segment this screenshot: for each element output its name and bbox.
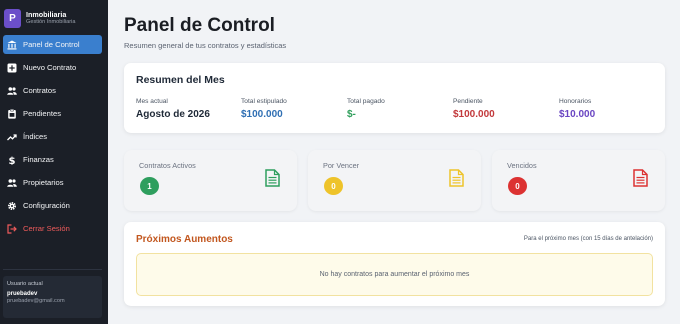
current-user-name: pruebadev — [7, 290, 38, 297]
document-icon — [449, 169, 464, 187]
sidebar-item-indices[interactable]: Índices — [3, 127, 102, 146]
page-title: Panel de Control — [124, 15, 275, 36]
stat-card-active-contracts[interactable]: Contratos Activos 1 — [124, 150, 297, 211]
stat-label: Por Vencer — [323, 161, 360, 170]
metric-label: Pendiente — [453, 98, 483, 105]
people-icon — [7, 178, 17, 188]
brand-name: Inmobiliaria — [26, 9, 67, 19]
metric-total-stipulated: Total estipulado $100.000 — [241, 98, 287, 120]
sidebar-item-label: Panel de Control — [23, 40, 80, 49]
stat-card-expiring-soon[interactable]: Por Vencer 0 — [308, 150, 481, 211]
metric-fees: Honorarios $10.000 — [559, 98, 595, 120]
sidebar-item-finanzas[interactable]: $ Finanzas — [3, 150, 102, 169]
sidebar-item-nuevo-contrato[interactable]: Nuevo Contrato — [3, 58, 102, 77]
plus-square-icon — [7, 63, 17, 73]
stat-count-badge: 1 — [140, 177, 159, 195]
sidebar-item-label: Cerrar Sesión — [23, 224, 70, 233]
dollar-icon: $ — [7, 155, 17, 165]
sidebar-item-label: Propietarios — [23, 178, 64, 187]
sidebar-item-contratos[interactable]: Contratos — [3, 81, 102, 100]
svg-text:$: $ — [9, 156, 16, 165]
metric-value: $10.000 — [559, 109, 596, 120]
sidebar-item-label: Nuevo Contrato — [23, 63, 77, 72]
gear-icon — [7, 201, 17, 211]
sidebar-item-cerrar-sesion[interactable]: Cerrar Sesión — [3, 219, 102, 238]
brand-logo: P — [4, 8, 21, 28]
trending-up-icon — [7, 132, 17, 142]
metric-pending: Pendiente $100.000 — [453, 98, 495, 120]
bank-icon — [7, 40, 17, 50]
brand: P Inmobiliaria Gestión Inmobiliaria — [4, 6, 108, 30]
sidebar-item-label: Pendientes — [23, 109, 61, 118]
current-user-label: Usuario actual — [7, 281, 43, 287]
sidebar-item-pendientes[interactable]: Pendientes — [3, 104, 102, 123]
document-icon — [633, 169, 648, 187]
document-icon — [265, 169, 280, 187]
current-user-email: pruebadev@gmail.com — [7, 297, 65, 304]
stat-count-badge: 0 — [508, 177, 527, 195]
summary-title: Resumen del Mes — [136, 74, 225, 86]
sidebar: P Inmobiliaria Gestión Inmobiliaria Pane… — [0, 0, 108, 324]
monthly-summary-card: Resumen del Mes Mes actual Agosto de 202… — [124, 63, 665, 133]
metric-current-month: Mes actual Agosto de 2026 — [136, 98, 210, 120]
current-user: Usuario actual pruebadev pruebadev@gmail… — [3, 276, 102, 318]
metric-label: Mes actual — [136, 98, 168, 105]
page-subtitle: Resumen general de tus contratos y estad… — [124, 41, 287, 50]
metric-value: Agosto de 2026 — [136, 109, 210, 120]
people-icon — [7, 86, 17, 96]
metric-value: $- — [347, 109, 356, 120]
stat-card-expired[interactable]: Vencidos 0 — [492, 150, 665, 211]
upcoming-note: Para el próximo mes (con 15 días de ante… — [523, 236, 653, 242]
sidebar-item-label: Índices — [23, 132, 48, 141]
metric-label: Honorarios — [559, 98, 592, 105]
upcoming-increases-card: Próximos Aumentos Para el próximo mes (c… — [124, 222, 665, 306]
upcoming-empty-state: No hay contratos para aumentar el próxim… — [136, 253, 653, 296]
sidebar-item-label: Finanzas — [23, 155, 54, 164]
clipboard-icon — [7, 108, 17, 119]
sidebar-item-panel-de-control[interactable]: Panel de Control — [3, 35, 102, 54]
stat-count-badge: 0 — [324, 177, 343, 195]
sidebar-item-configuracion[interactable]: Configuración — [3, 196, 102, 215]
metric-label: Total estipulado — [241, 98, 287, 105]
sidebar-item-label: Configuración — [23, 201, 70, 210]
stat-label: Vencidos — [507, 161, 537, 170]
brand-subtitle: Gestión Inmobiliaria — [26, 18, 76, 25]
sidebar-item-propietarios[interactable]: Propietarios — [3, 173, 102, 192]
metric-value: $100.000 — [241, 109, 283, 120]
metric-value: $100.000 — [453, 109, 495, 120]
sidebar-nav: Panel de Control Nuevo Contrato Contrato… — [3, 35, 102, 242]
sidebar-divider — [3, 269, 102, 270]
logout-icon — [7, 223, 17, 234]
upcoming-title: Próximos Aumentos — [136, 234, 233, 245]
metric-total-paid: Total pagado $- — [347, 98, 385, 120]
metric-label: Total pagado — [347, 98, 385, 105]
stat-label: Contratos Activos — [139, 161, 196, 170]
sidebar-item-label: Contratos — [23, 86, 56, 95]
